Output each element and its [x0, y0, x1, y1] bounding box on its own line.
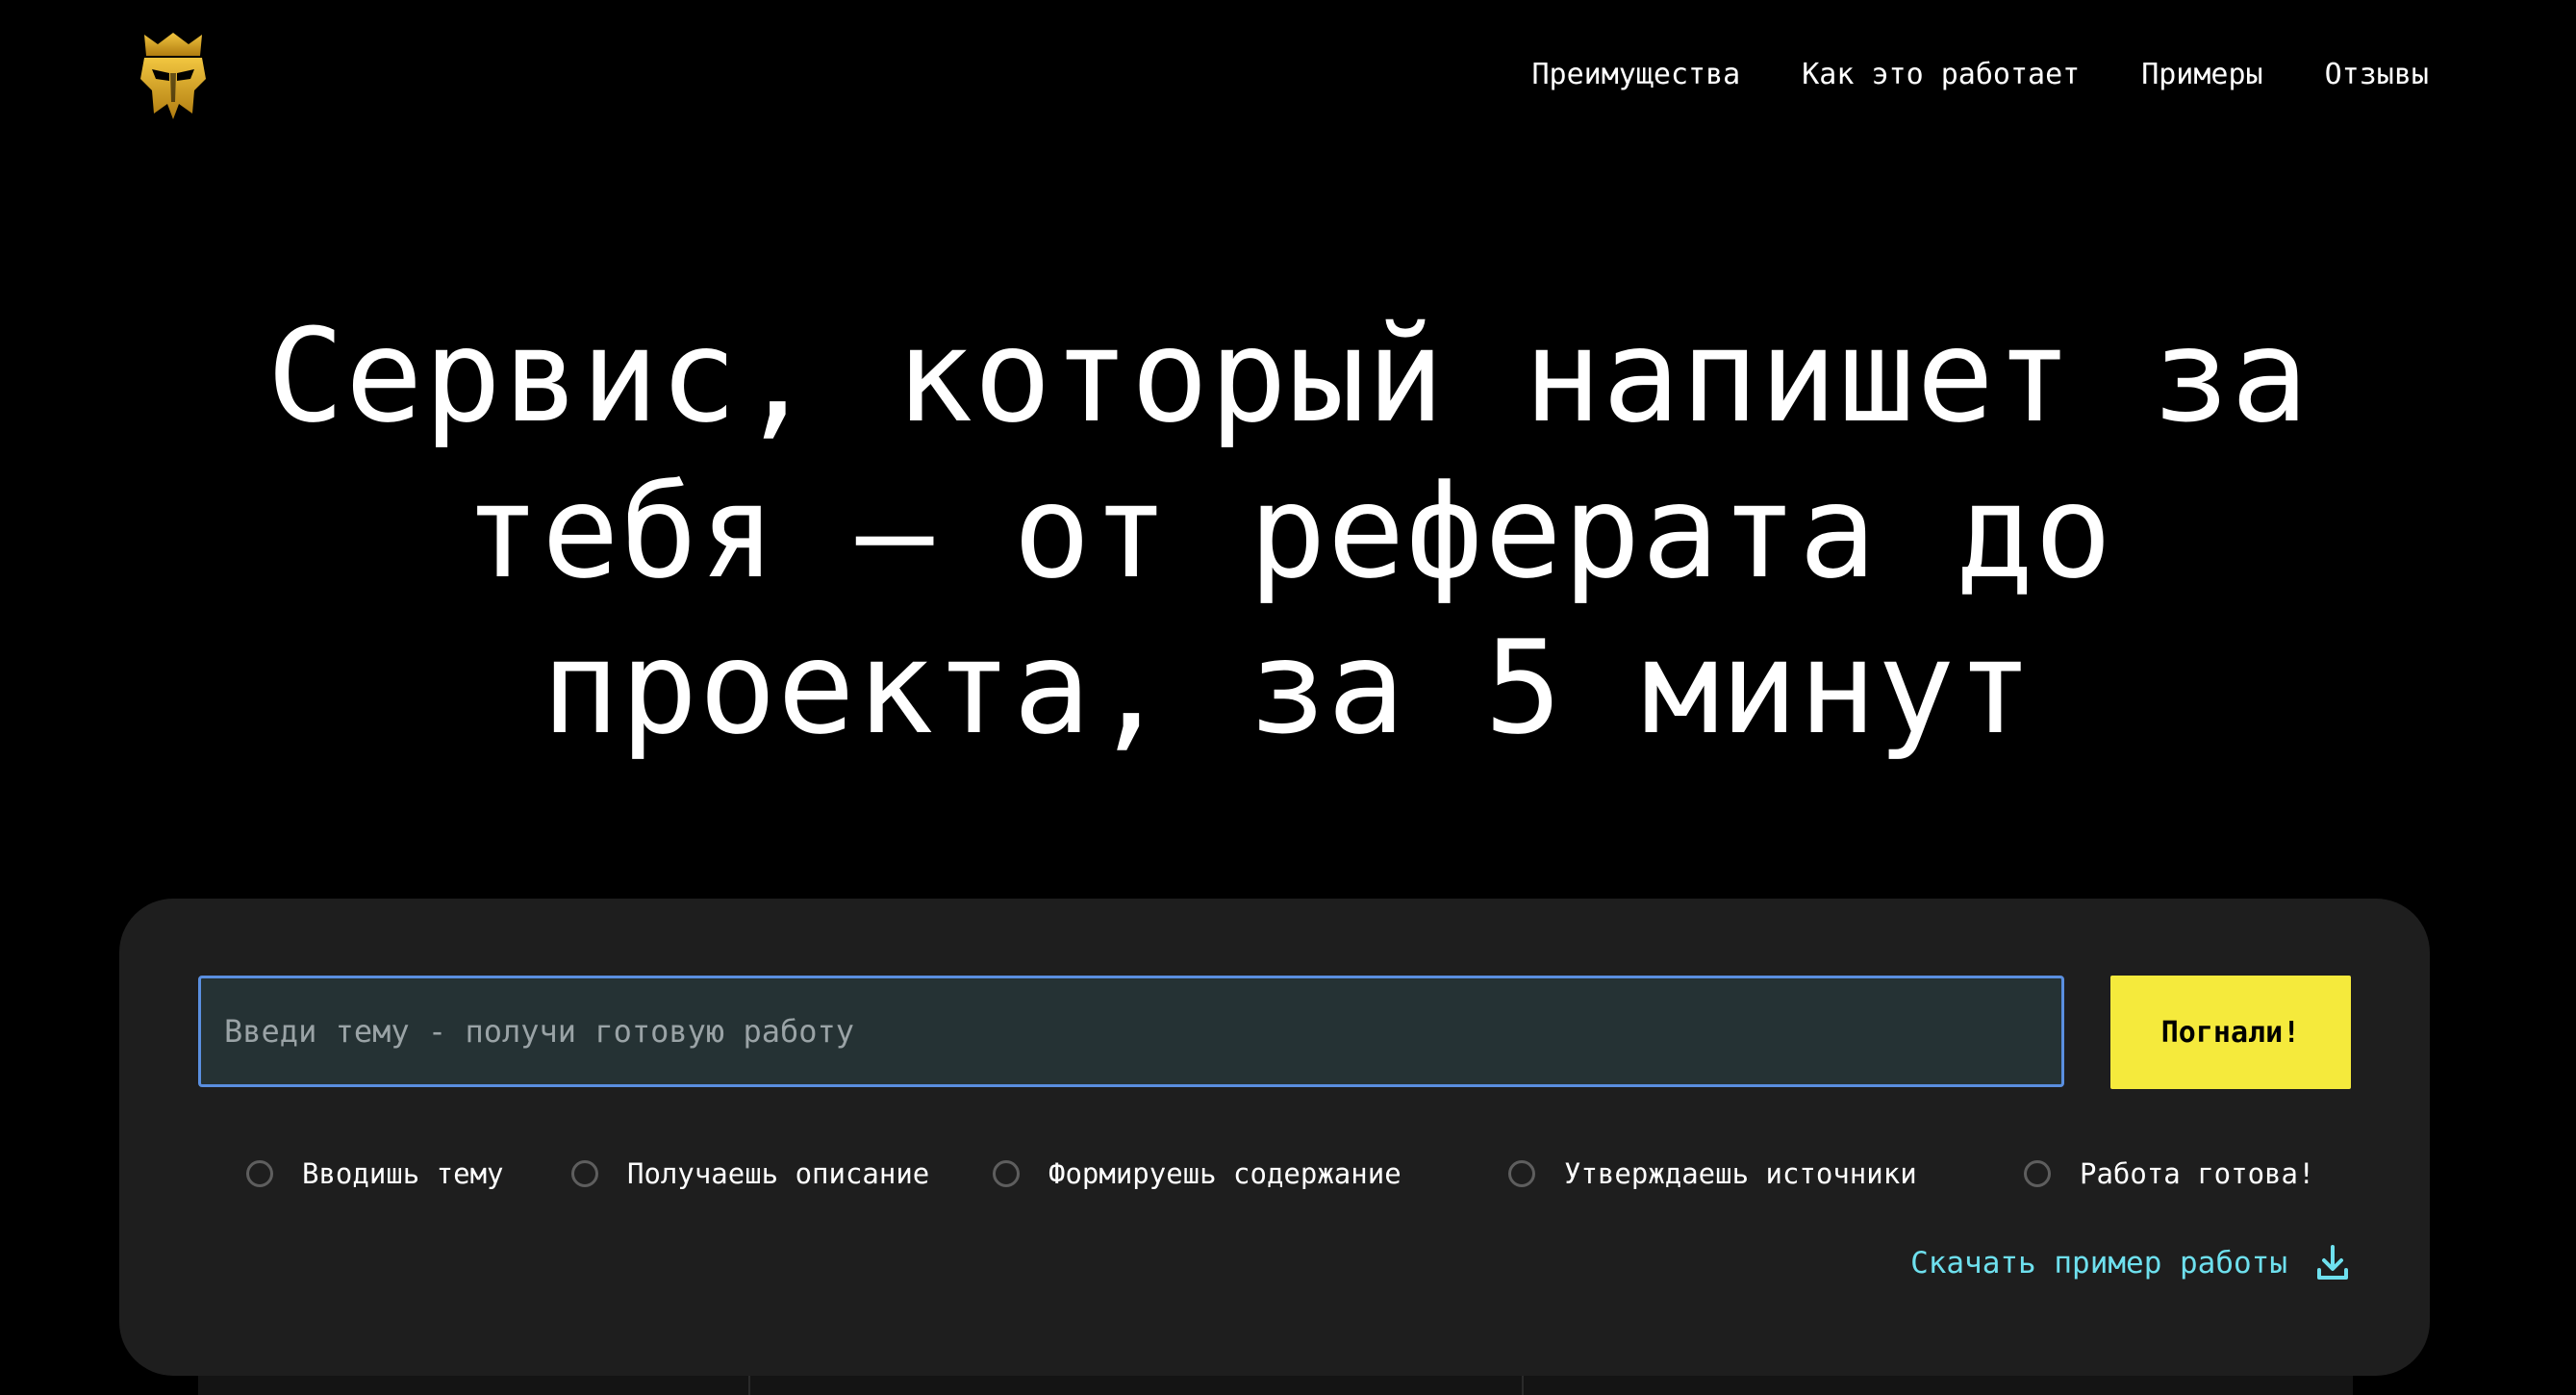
step-label: Работа готова! [2080, 1157, 2315, 1190]
top-nav: Преимущества Как это работает Примеры От… [1531, 50, 2429, 98]
hero-title: Сервис, который напишет за тебя — от реф… [266, 301, 2310, 763]
nav-link-how-it-works[interactable]: Как это работает [1802, 58, 2080, 91]
next-section-peek [198, 1376, 2353, 1395]
step-work-ready[interactable]: Работа готова! [2024, 1154, 2314, 1193]
download-sample-label: Скачать пример работы [1910, 1246, 2287, 1281]
step-get-description[interactable]: Получаешь описание [571, 1154, 929, 1193]
step-label: Утверждаешь источники [1564, 1157, 1917, 1190]
step-label: Вводишь тему [302, 1157, 504, 1190]
download-sample-link[interactable]: Скачать пример работы [1910, 1245, 2349, 1281]
step-radio[interactable] [571, 1160, 598, 1187]
step-radio[interactable] [993, 1160, 1020, 1187]
progress-steps: Вводишь тему Получаешь описание Формируе… [119, 1154, 2430, 1193]
nav-link-advantages[interactable]: Преимущества [1531, 58, 1740, 91]
landing-page: Преимущества Как это работает Примеры От… [0, 0, 2576, 1395]
submit-button[interactable]: Погнали! [2110, 976, 2351, 1089]
step-radio[interactable] [2024, 1160, 2051, 1187]
nav-link-reviews[interactable]: Отзывы [2325, 58, 2429, 91]
step-radio[interactable] [1508, 1160, 1535, 1187]
topic-input[interactable] [198, 976, 2064, 1087]
step-label: Формируешь содержание [1048, 1157, 1402, 1190]
step-form-contents[interactable]: Формируешь содержание [993, 1154, 1402, 1193]
topic-form-card: Погнали! Вводишь тему Получаешь описание… [119, 899, 2430, 1376]
section-divider [1522, 1376, 1524, 1395]
spartan-helmet-icon[interactable] [139, 31, 208, 121]
step-enter-topic[interactable]: Вводишь тему [246, 1154, 504, 1193]
section-divider [748, 1376, 750, 1395]
nav-link-examples[interactable]: Примеры [2141, 58, 2262, 91]
step-label: Получаешь описание [627, 1157, 930, 1190]
step-approve-sources[interactable]: Утверждаешь источники [1508, 1154, 1917, 1193]
step-radio[interactable] [246, 1160, 273, 1187]
download-icon [2317, 1245, 2348, 1280]
